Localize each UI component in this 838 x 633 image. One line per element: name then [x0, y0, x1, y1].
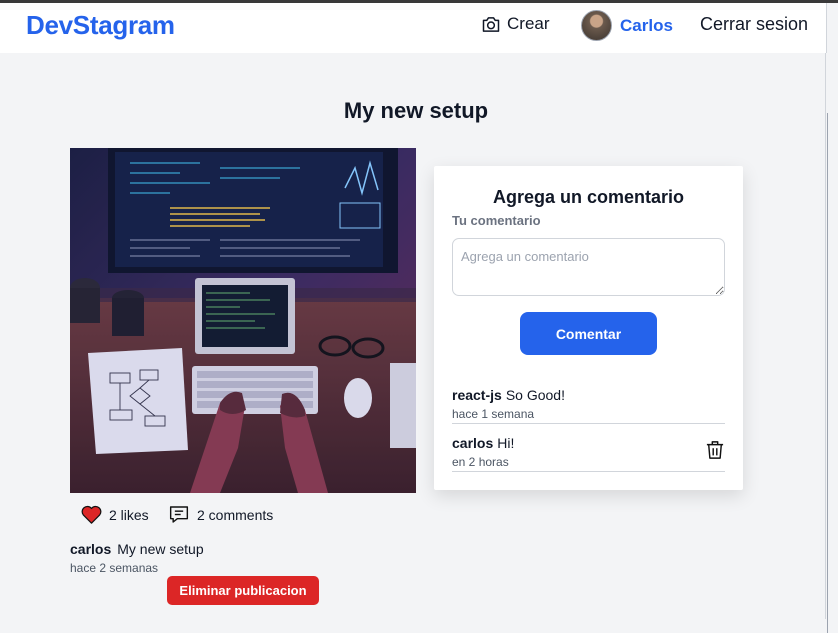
post-caption-text: My new setup	[117, 541, 204, 557]
comment-text: Hi!	[497, 435, 515, 451]
like-button[interactable]: 2 likes	[81, 505, 149, 524]
comment-user[interactable]: carlos	[452, 435, 493, 451]
comments-count-label: 2 comments	[197, 506, 274, 523]
comment-item: carlos Hi! en 2 horas	[452, 434, 725, 472]
create-post-label: Crear	[507, 14, 550, 33]
logo[interactable]: DevStagram	[26, 10, 175, 41]
user-name: Carlos	[620, 15, 673, 35]
comment-field-label: Tu comentario	[452, 213, 541, 228]
create-post-link[interactable]: Crear	[481, 14, 550, 34]
comment-item: react-js So Good! hace 1 semana	[452, 386, 725, 424]
comments-counter: 2 comments	[169, 505, 273, 524]
header: DevStagram Crear Carlos Cerrar sesion	[0, 3, 827, 53]
likes-count: 2 likes	[109, 506, 149, 523]
user-profile-link[interactable]: Carlos	[581, 10, 673, 41]
comment-user[interactable]: react-js	[452, 387, 502, 403]
post-caption: carlos My new setup	[70, 541, 204, 557]
camera-icon	[482, 16, 500, 32]
heart-icon	[81, 505, 102, 524]
post-time: hace 2 semanas	[70, 561, 159, 575]
scrollbar[interactable]	[825, 53, 838, 633]
comment-text: So Good!	[505, 387, 565, 403]
logout-link[interactable]: Cerrar sesion	[700, 14, 808, 35]
comment-time: hace 1 semana	[452, 407, 535, 421]
comment-icon	[169, 506, 189, 523]
post-image	[70, 148, 416, 493]
delete-post-button[interactable]: Eliminar publicacion	[167, 576, 319, 605]
submit-comment-button[interactable]: Comentar	[520, 312, 657, 355]
scrollbar-thumb[interactable]	[827, 113, 837, 633]
comment-input[interactable]	[452, 238, 725, 296]
avatar	[581, 10, 612, 41]
comment-time: en 2 horas	[452, 455, 509, 469]
comment-form-title: Agrega un comentario	[492, 187, 685, 207]
post-author-name: carlos	[70, 541, 112, 557]
trash-icon[interactable]	[706, 440, 724, 460]
comment-card: Agrega un comentario Tu comentario Comen…	[434, 166, 743, 490]
page-title: My new setup	[343, 98, 489, 123]
